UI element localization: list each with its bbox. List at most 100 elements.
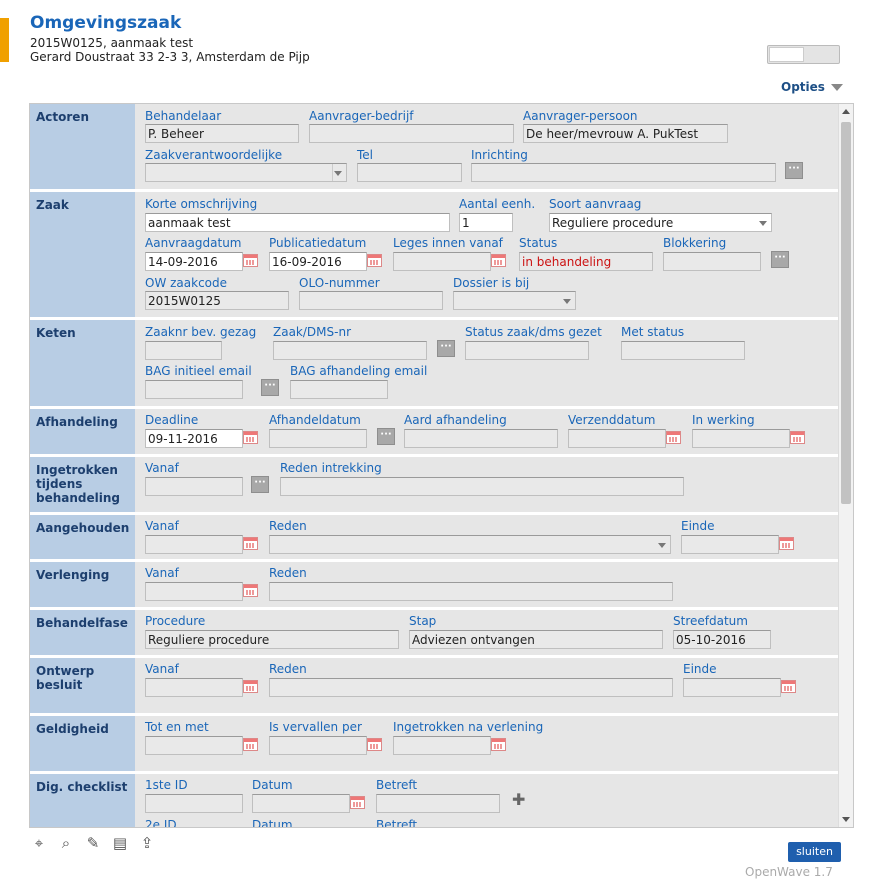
met-status-field[interactable]: [621, 341, 745, 360]
vanaf-field[interactable]: [145, 477, 243, 496]
lookup-button[interactable]: ···: [377, 428, 395, 445]
bag-initieel-field[interactable]: [145, 380, 243, 399]
afhandeldatum-field[interactable]: [269, 429, 367, 448]
field-label: Datum: [252, 778, 293, 792]
einde-field[interactable]: [681, 535, 779, 554]
olo-nummer-field[interactable]: [299, 291, 443, 310]
lookup-button[interactable]: ···: [771, 251, 789, 268]
options-menu[interactable]: Opties: [781, 80, 843, 94]
scroll-down-icon[interactable]: [842, 817, 850, 822]
field-label: 1ste ID: [145, 778, 188, 792]
reden-field[interactable]: [269, 582, 673, 601]
calendar-icon[interactable]: [243, 584, 258, 597]
lookup-button[interactable]: ···: [251, 476, 269, 493]
edit-icon[interactable]: ✎: [84, 835, 102, 852]
field-label: Vanaf: [145, 519, 179, 533]
scroll-thumb[interactable]: [841, 122, 851, 504]
lookup-button[interactable]: ···: [785, 162, 803, 179]
calendar-icon[interactable]: [243, 738, 258, 751]
aanvraagdatum-field[interactable]: 14-09-2016: [145, 252, 243, 271]
calendar-icon[interactable]: [781, 680, 796, 693]
korte-omschrijving-field[interactable]: aanmaak test: [145, 213, 450, 232]
calendar-icon[interactable]: [243, 680, 258, 693]
reden-select[interactable]: [269, 535, 671, 554]
leges-field[interactable]: [393, 252, 491, 271]
calendar-icon[interactable]: [666, 431, 681, 444]
options-label: Opties: [781, 80, 825, 94]
ow-zaakcode-field[interactable]: 2015W0125: [145, 291, 289, 310]
calendar-icon[interactable]: [367, 738, 382, 751]
calendar-icon[interactable]: [491, 738, 506, 751]
behandelaar-field[interactable]: P. Beheer: [145, 124, 299, 143]
section-label: Geldigheid: [30, 716, 135, 771]
field-label: Korte omschrijving: [145, 197, 258, 211]
verzenddatum-field[interactable]: [568, 429, 666, 448]
bag-afhandeling-field[interactable]: [290, 380, 388, 399]
procedure-field[interactable]: Reguliere procedure: [145, 630, 399, 649]
blokkering-field[interactable]: [663, 252, 761, 271]
calendar-icon[interactable]: [367, 254, 382, 267]
vanaf-field[interactable]: [145, 535, 243, 554]
vanaf-field[interactable]: [145, 678, 243, 697]
section-afhandeling: Afhandeling Deadline 09-11-2016 Afhandel…: [30, 409, 838, 456]
vervallen-per-field[interactable]: [269, 736, 367, 755]
calendar-icon[interactable]: [243, 537, 258, 550]
dossier-select[interactable]: [453, 291, 576, 310]
lookup-button[interactable]: ···: [437, 340, 455, 357]
tel-field[interactable]: [357, 163, 462, 182]
status-field[interactable]: in behandeling: [519, 252, 653, 271]
soort-aanvraag-select[interactable]: Reguliere procedure: [549, 213, 772, 232]
zaaknr-field[interactable]: [145, 341, 222, 360]
einde-field[interactable]: [683, 678, 781, 697]
status-zaak-field[interactable]: [465, 341, 589, 360]
betreft1-field[interactable]: [376, 794, 500, 813]
add-row-icon[interactable]: ✚: [512, 790, 525, 809]
close-button[interactable]: sluiten: [788, 842, 841, 862]
tot-en-met-field[interactable]: [145, 736, 243, 755]
reden-intrekking-field[interactable]: [280, 477, 684, 496]
version-label: OpenWave 1.7: [745, 865, 833, 879]
field-label: Status: [519, 236, 558, 250]
section-checklist: Dig. checklist 1ste ID Datum Betreft ✚ 2…: [30, 774, 838, 828]
field-label: BAG afhandeling email: [290, 364, 428, 378]
map-pin-icon[interactable]: ⌖: [30, 835, 48, 852]
reden-field[interactable]: [269, 678, 673, 697]
calendar-icon[interactable]: [779, 537, 794, 550]
zaak-dms-field[interactable]: [273, 341, 427, 360]
field-label: Deadline: [145, 413, 199, 427]
calendar-icon[interactable]: [243, 254, 258, 267]
calendar-icon[interactable]: [243, 431, 258, 444]
id1-field[interactable]: [145, 794, 243, 813]
vertical-scrollbar[interactable]: [838, 104, 853, 827]
section-keten: Keten Zaaknr bev. gezag Zaak/DMS-nr ··· …: [30, 320, 838, 408]
section-aangehouden: Aangehouden Vanaf Reden Einde: [30, 515, 838, 561]
export-icon[interactable]: ⇪: [138, 835, 156, 852]
field-label: Vanaf: [145, 566, 179, 580]
scroll-up-icon[interactable]: [842, 109, 850, 114]
view-toggle[interactable]: [767, 45, 840, 64]
ingetrokken-na-verlening-field[interactable]: [393, 736, 491, 755]
aanvrager-persoon-field[interactable]: De heer/mevrouw A. PukTest: [523, 124, 728, 143]
field-label: OLO-nummer: [299, 276, 380, 290]
stap-field[interactable]: Adviezen ontvangen: [409, 630, 663, 649]
section-actoren: Actoren Behandelaar P. Beheer Aanvrager-…: [30, 104, 838, 191]
aanvrager-bedrijf-field[interactable]: [309, 124, 514, 143]
lookup-button[interactable]: ···: [261, 379, 279, 396]
document-icon[interactable]: ▤: [111, 835, 129, 852]
search-document-icon[interactable]: ⌕: [57, 835, 75, 852]
streefdatum-field[interactable]: 05-10-2016: [673, 630, 771, 649]
vanaf-field[interactable]: [145, 582, 243, 601]
deadline-field[interactable]: 09-11-2016: [145, 429, 243, 448]
field-label: Betreft: [376, 818, 418, 828]
field-label: Datum: [252, 818, 293, 828]
in-werking-field[interactable]: [692, 429, 790, 448]
calendar-icon[interactable]: [350, 796, 365, 809]
aard-afhandeling-field[interactable]: [404, 429, 558, 448]
publicatiedatum-field[interactable]: 16-09-2016: [269, 252, 367, 271]
datum1-field[interactable]: [252, 794, 350, 813]
calendar-icon[interactable]: [790, 431, 805, 444]
aantal-eenh-field[interactable]: 1: [459, 213, 513, 232]
zaakverantwoordelijke-select[interactable]: [145, 163, 347, 182]
inrichting-field[interactable]: [471, 163, 776, 182]
calendar-icon[interactable]: [491, 254, 506, 267]
